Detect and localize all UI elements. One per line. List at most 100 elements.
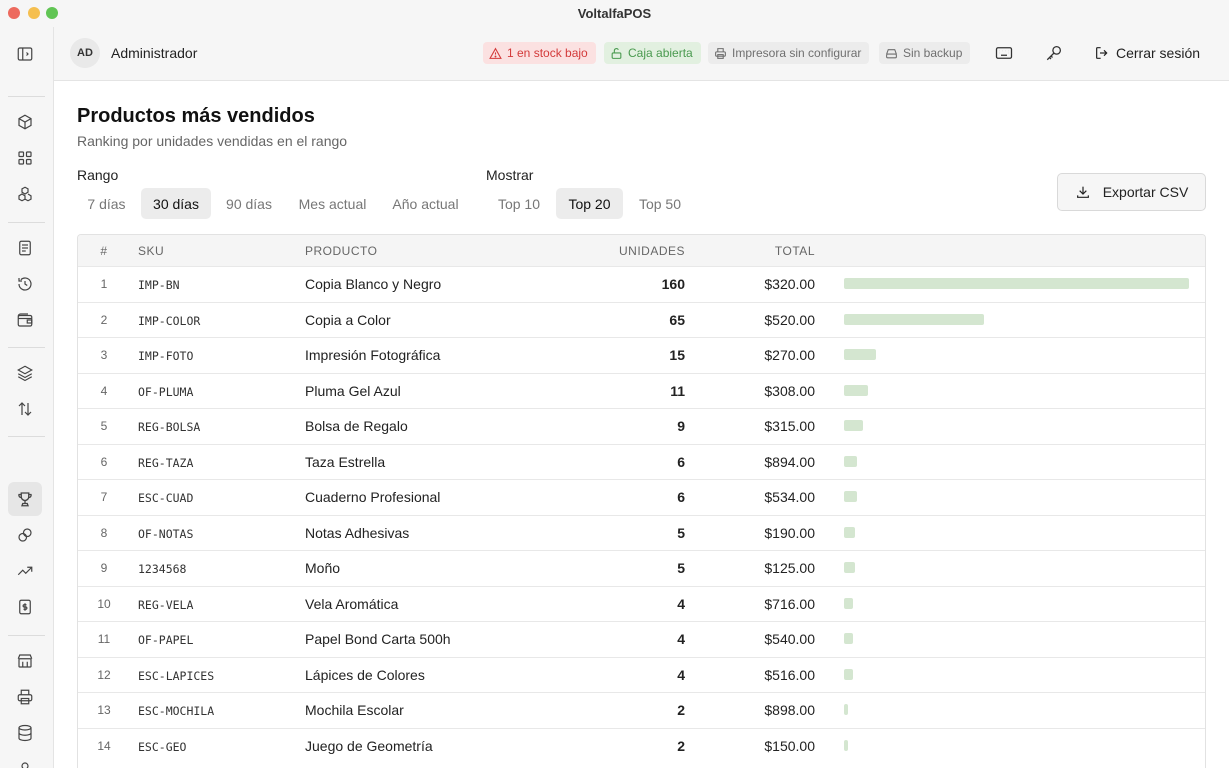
app-title: VoltalfaPOS [577,6,652,21]
total-cell: $320.00 [764,276,815,292]
show-option-top-20[interactable]: Top 20 [556,188,623,219]
total-cell: $150.00 [764,737,815,754]
units-cell: 2 [677,702,685,718]
layers-icon[interactable] [16,364,34,382]
units-bar [844,420,863,431]
rank-cell: 2 [100,312,108,327]
sidebar-toggle-icon[interactable] [16,45,34,63]
sidebar-divider [8,635,45,636]
range-option-current-month[interactable]: Mes actual [290,188,375,219]
export-csv-button[interactable]: Exportar CSV [1057,173,1206,211]
total-cell: $520.00 [764,311,815,328]
units-bar [844,455,857,467]
table-row[interactable]: 3 IMP-FOTO Impresión Fotográfica 15 $270.00 [78,337,1205,373]
transfer-arrows-icon[interactable] [16,400,34,418]
units-cell: 4 [677,631,685,647]
range-option-90-days[interactable]: 90 días [218,188,280,219]
user-icon[interactable] [16,760,34,768]
total-cell: $308.00 [764,382,815,399]
table-row[interactable]: 6 REG-TAZA Taza Estrella 6 $894.00 [78,443,1205,480]
range-option-7-days[interactable]: 7 días [78,188,135,219]
table-row[interactable]: 13 ESC-MOCHILA Mochila Escolar 2 $898.00 [78,692,1205,728]
sidebar-divider [8,436,45,437]
column-header-sku: SKU [138,244,165,258]
table-row[interactable]: 8 OF-NOTAS Notas Adhesivas 5 $190.00 [78,514,1205,551]
product-cell: Bolsa de Regalo [305,418,408,434]
show-option-top-50[interactable]: Top 50 [629,188,691,219]
logout-label: Cerrar sesión [1116,45,1201,61]
table-row[interactable]: 14 ESC-GEO Juego de Geometría 2 $150.00 [78,727,1205,764]
history-icon[interactable] [16,275,34,293]
main-content: Productos más vendidos Ranking por unida… [55,81,1229,768]
grid-icon[interactable] [16,149,34,167]
show-option-top-10[interactable]: Top 10 [488,188,550,219]
trophy-icon[interactable] [16,490,34,508]
sku-cell: REG-BOLSA [138,420,201,434]
backup-status-text: Sin backup [903,46,963,60]
table-row[interactable]: 5 REG-BOLSA Bolsa de Regalo 9 $315.00 [78,408,1205,444]
cash-register-status-badge[interactable]: Caja abierta [604,42,701,64]
table-row[interactable]: 10 REG-VELA Vela Aromática 4 $716.00 [78,585,1205,622]
sku-cell: ESC-CUAD [138,491,194,505]
sku-cell: 1234568 [138,562,187,576]
product-cell: Papel Bond Carta 500h [305,631,451,647]
table-row[interactable]: 12 ESC-LAPICES Lápices de Colores 4 $516.00 [78,656,1205,693]
keyboard-icon[interactable] [995,44,1013,62]
rank-cell: 5 [100,419,108,433]
page-title: Productos más vendidos [77,105,315,127]
package-icon[interactable] [16,113,34,131]
logout-button[interactable]: Cerrar sesión [1094,41,1200,65]
printer-icon[interactable] [16,688,34,706]
avatar[interactable]: AD [70,38,100,68]
table-row[interactable]: 7 ESC-CUAD Cuaderno Profesional 6 $534.00 [78,479,1205,515]
key-icon[interactable] [1045,44,1063,62]
range-option-30-days[interactable]: 30 días [141,188,211,219]
printer-status-badge[interactable]: Impresora sin configurar [708,42,870,64]
table-row[interactable]: 2 IMP-COLOR Copia a Color 65 $520.00 [78,301,1205,338]
wallet-icon[interactable] [16,311,34,329]
sku-cell: IMP-BN [138,278,180,292]
units-cell: 4 [677,666,685,683]
low-stock-badge[interactable]: 1 en stock bajo [483,42,596,64]
units-bar [844,704,848,715]
warning-triangle-icon [489,47,502,59]
units-cell: 2 [677,737,685,754]
receipt-icon[interactable] [16,239,34,257]
total-cell: $190.00 [764,524,815,541]
total-cell: $534.00 [764,489,815,505]
link-icon[interactable] [16,526,34,544]
units-cell: 5 [677,524,685,541]
units-bar [844,491,857,502]
table-row[interactable]: 4 OF-PLUMA Pluma Gel Azul 11 $308.00 [78,372,1205,409]
total-cell: $315.00 [764,418,815,434]
column-header-product: PRODUCTO [305,244,378,258]
sidebar [0,27,54,768]
sku-cell: ESC-GEO [138,739,187,754]
rank-cell: 8 [100,525,108,540]
rank-cell: 12 [97,667,111,682]
printer-status-text: Impresora sin configurar [732,46,862,60]
sku-cell: IMP-FOTO [138,349,194,363]
table-row[interactable]: 11 OF-PAPEL Papel Bond Carta 500h 4 $540.00 [78,621,1205,657]
logout-icon [1096,47,1108,59]
units-bar [844,739,848,751]
range-option-current-year[interactable]: Año actual [384,188,467,219]
table-row[interactable]: 9 1234568 Moño 5 $125.00 [78,550,1205,586]
trending-up-icon[interactable] [16,562,34,580]
units-bar [844,278,1189,289]
rank-cell: 7 [100,490,108,504]
backup-status-badge[interactable]: Sin backup [879,42,971,64]
boxes-icon[interactable] [16,185,34,203]
rank-cell: 14 [97,738,111,753]
sku-cell: OF-PLUMA [138,384,194,399]
table-row[interactable]: 1 IMP-BN Copia Blanco y Negro 160 $320.00 [78,266,1205,302]
store-icon[interactable] [16,652,34,670]
total-cell: $516.00 [764,666,815,683]
sku-cell: OF-PAPEL [138,633,194,647]
database-icon[interactable] [16,724,34,742]
product-cell: Pluma Gel Azul [305,382,401,399]
sidebar-divider [8,222,45,223]
dollar-document-icon[interactable] [16,598,34,616]
units-bar [844,562,855,573]
sku-cell: IMP-COLOR [138,313,201,328]
